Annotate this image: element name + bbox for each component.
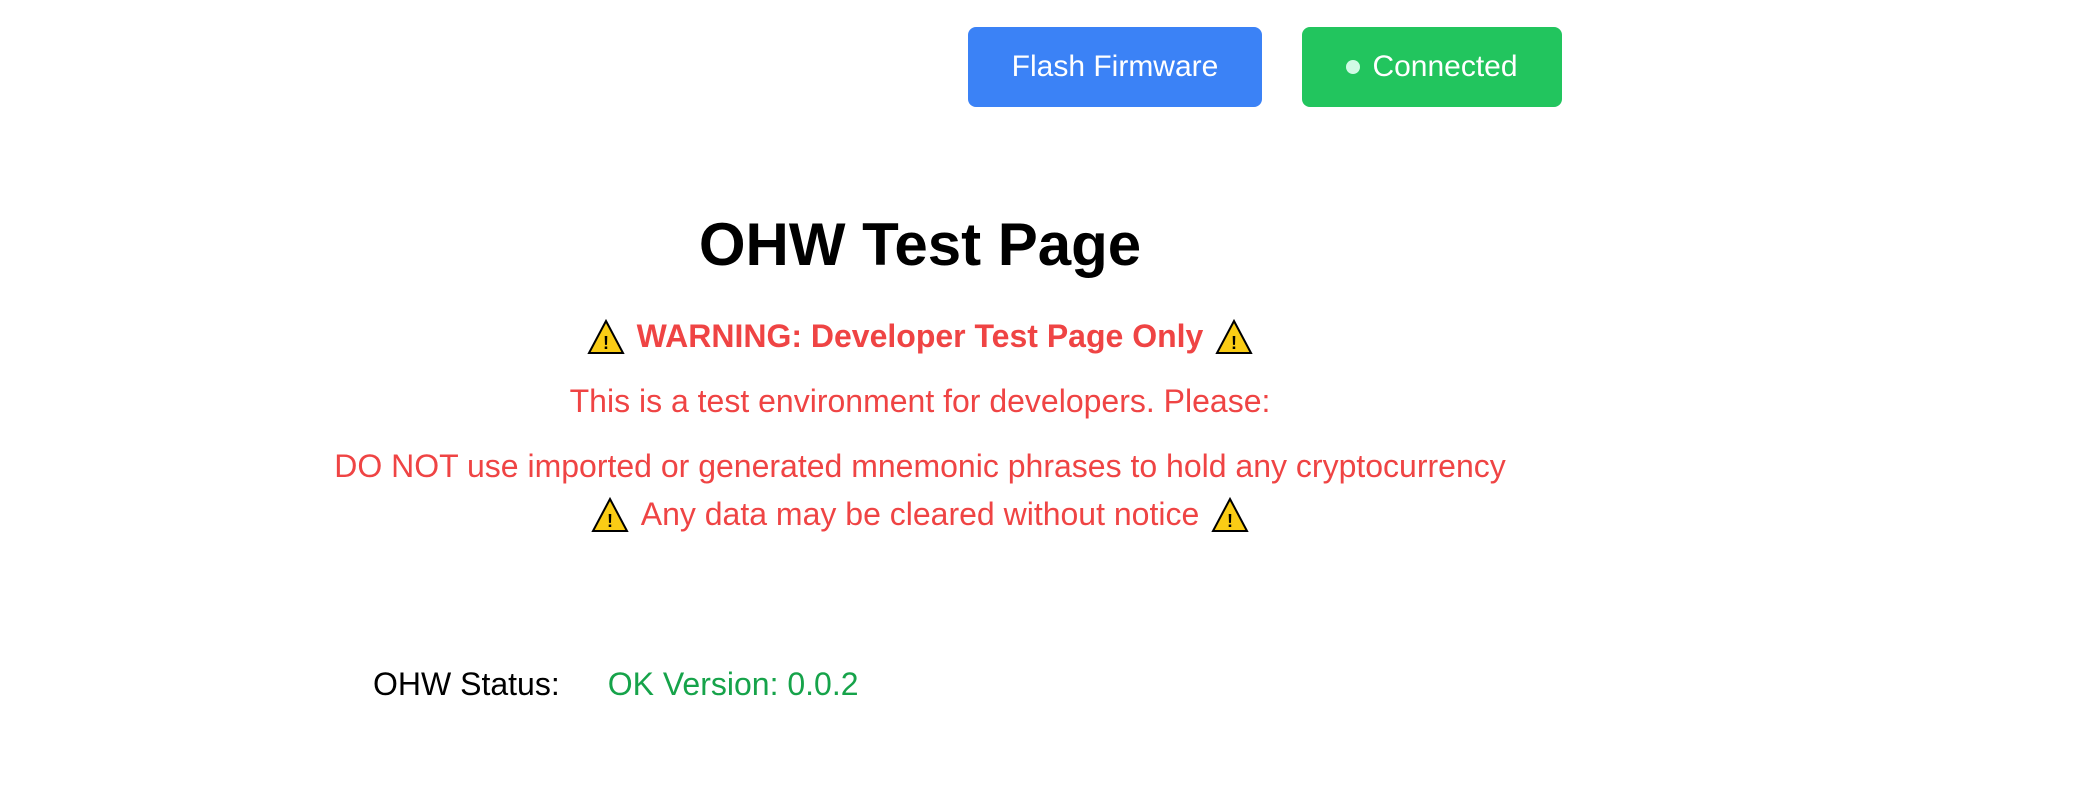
connection-status-dot-icon — [1346, 60, 1361, 74]
svg-text:!: ! — [607, 511, 613, 531]
connected-label: Connected — [1372, 50, 1518, 83]
ohw-status-row: OHW Status: OK Version: 0.0.2 — [373, 666, 859, 703]
warning-triangle-icon: ! — [1215, 318, 1253, 354]
toolbar: Flash Firmware Connected — [968, 27, 1562, 107]
warning-intro: This is a test environment for developer… — [569, 383, 1271, 419]
svg-text:!: ! — [1227, 511, 1233, 531]
warning-triangle-icon: ! — [591, 496, 629, 532]
warning-data-cleared: ! Any data may be cleared without notice… — [0, 496, 1840, 533]
flash-firmware-label: Flash Firmware — [1011, 50, 1219, 83]
ohw-status-label: OHW Status: — [373, 666, 560, 702]
warning-triangle-icon: ! — [1211, 496, 1249, 532]
svg-text:!: ! — [603, 333, 609, 353]
warning-mnemonic-notice: DO NOT use imported or generated mnemoni… — [334, 448, 1506, 484]
connected-button[interactable]: Connected — [1302, 27, 1562, 107]
flash-firmware-button[interactable]: Flash Firmware — [968, 27, 1262, 107]
warning-data-cleared-text: Any data may be cleared without notice — [640, 496, 1200, 532]
warning-heading: ! WARNING: Developer Test Page Only ! — [0, 318, 1840, 355]
ohw-status-value: OK Version: 0.0.2 — [607, 666, 859, 702]
page-title: OHW Test Page — [698, 211, 1142, 278]
warning-heading-text: WARNING: Developer Test Page Only — [636, 318, 1204, 354]
warning-triangle-icon: ! — [587, 318, 625, 354]
svg-text:!: ! — [1231, 333, 1237, 353]
page: Flash Firmware Connected OHW Test Page !… — [0, 0, 2077, 808]
